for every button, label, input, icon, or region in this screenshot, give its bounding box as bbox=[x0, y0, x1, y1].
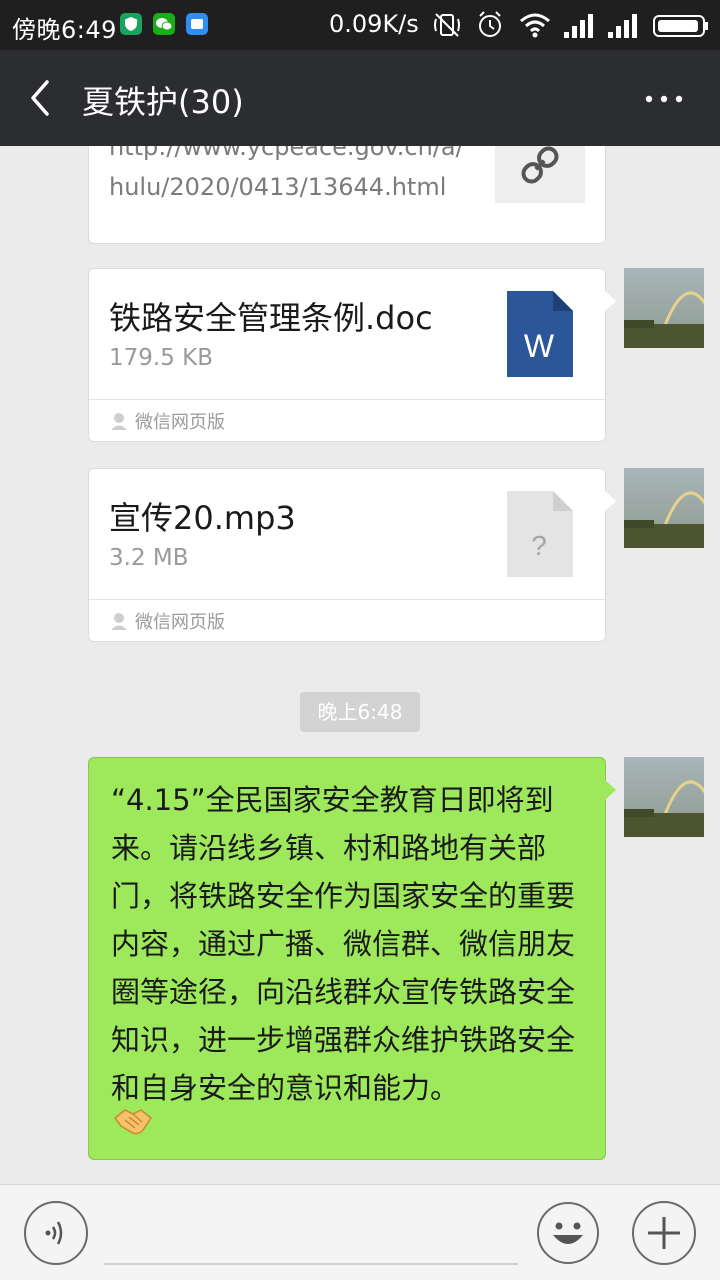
avatar[interactable] bbox=[624, 268, 704, 348]
avatar[interactable] bbox=[624, 757, 704, 837]
source-label: 微信网页版 bbox=[135, 612, 225, 633]
web-wechat-icon bbox=[109, 611, 129, 635]
bubble-tail bbox=[605, 291, 616, 311]
web-wechat-icon bbox=[109, 411, 129, 435]
silent-icon bbox=[432, 10, 462, 44]
shield-app-icon bbox=[120, 13, 142, 35]
signal-icon bbox=[606, 10, 642, 44]
alarm-icon bbox=[476, 10, 504, 44]
signal-icon bbox=[562, 10, 598, 44]
back-arrow-icon[interactable] bbox=[22, 78, 62, 118]
timestamp: 晚上6:48 bbox=[300, 692, 420, 732]
link-icon bbox=[495, 146, 585, 203]
status-bar: 傍晚6:49 0.09K/s bbox=[0, 0, 720, 50]
input-bar bbox=[0, 1184, 720, 1280]
wechat-app-icon bbox=[153, 13, 175, 35]
message-list[interactable]: http://www.ycpeace.gov.cn/a/ hulu/2020/0… bbox=[0, 146, 720, 1184]
file-size: 179.5 KB bbox=[109, 345, 214, 371]
emoji-icon[interactable] bbox=[536, 1201, 600, 1265]
link-message[interactable]: http://www.ycpeace.gov.cn/a/ hulu/2020/0… bbox=[88, 146, 606, 244]
chat-title: 夏铁护(30) bbox=[82, 83, 244, 121]
file-message-mp3[interactable]: 宣传20.mp3 3.2 MB ? 微信网页版 bbox=[88, 468, 616, 642]
file-name: 铁路安全管理条例.doc bbox=[109, 299, 433, 337]
avatar[interactable] bbox=[624, 468, 704, 548]
voice-input-icon[interactable] bbox=[24, 1201, 88, 1265]
card-footer: 微信网页版 bbox=[89, 599, 605, 641]
link-url: http://www.ycpeace.gov.cn/a/ hulu/2020/0… bbox=[109, 146, 469, 207]
plus-icon[interactable] bbox=[632, 1201, 696, 1265]
word-doc-icon: W bbox=[505, 289, 575, 383]
handshake-emoji bbox=[113, 1104, 153, 1142]
more-options-icon[interactable] bbox=[640, 84, 690, 114]
text-message[interactable]: “4.15”全民国家安全教育日即将到来。请沿线乡镇、村和路地有关部门，将铁路安全… bbox=[88, 757, 616, 1160]
link-url-line: http://www.ycpeace.gov.cn/a/ bbox=[109, 146, 464, 161]
file-message-doc[interactable]: 铁路安全管理条例.doc 179.5 KB W 微信网页版 bbox=[88, 268, 616, 442]
message-input[interactable] bbox=[104, 1263, 518, 1265]
file-type-letter: W bbox=[524, 328, 555, 364]
net-speed: 0.09K/s bbox=[329, 10, 419, 38]
battery-icon bbox=[652, 10, 710, 44]
source-label: 微信网页版 bbox=[135, 412, 225, 433]
bubble-tail bbox=[605, 780, 616, 800]
chat-header: 夏铁护(30) bbox=[0, 50, 720, 146]
card-footer: 微信网页版 bbox=[89, 399, 605, 441]
unknown-file-icon: ? bbox=[505, 489, 575, 583]
message-text: “4.15”全民国家安全教育日即将到来。请沿线乡镇、村和路地有关部门，将铁路安全… bbox=[111, 783, 576, 1105]
file-type-letter: ? bbox=[531, 530, 547, 561]
wifi-icon bbox=[518, 10, 552, 44]
file-name: 宣传20.mp3 bbox=[109, 499, 296, 537]
link-url-line: hulu/2020/0413/13644.html bbox=[109, 173, 447, 201]
status-time: 傍晚6:49 bbox=[12, 16, 117, 44]
file-size: 3.2 MB bbox=[109, 545, 189, 571]
bubble-tail bbox=[605, 491, 616, 511]
blue-app-icon bbox=[186, 13, 208, 35]
